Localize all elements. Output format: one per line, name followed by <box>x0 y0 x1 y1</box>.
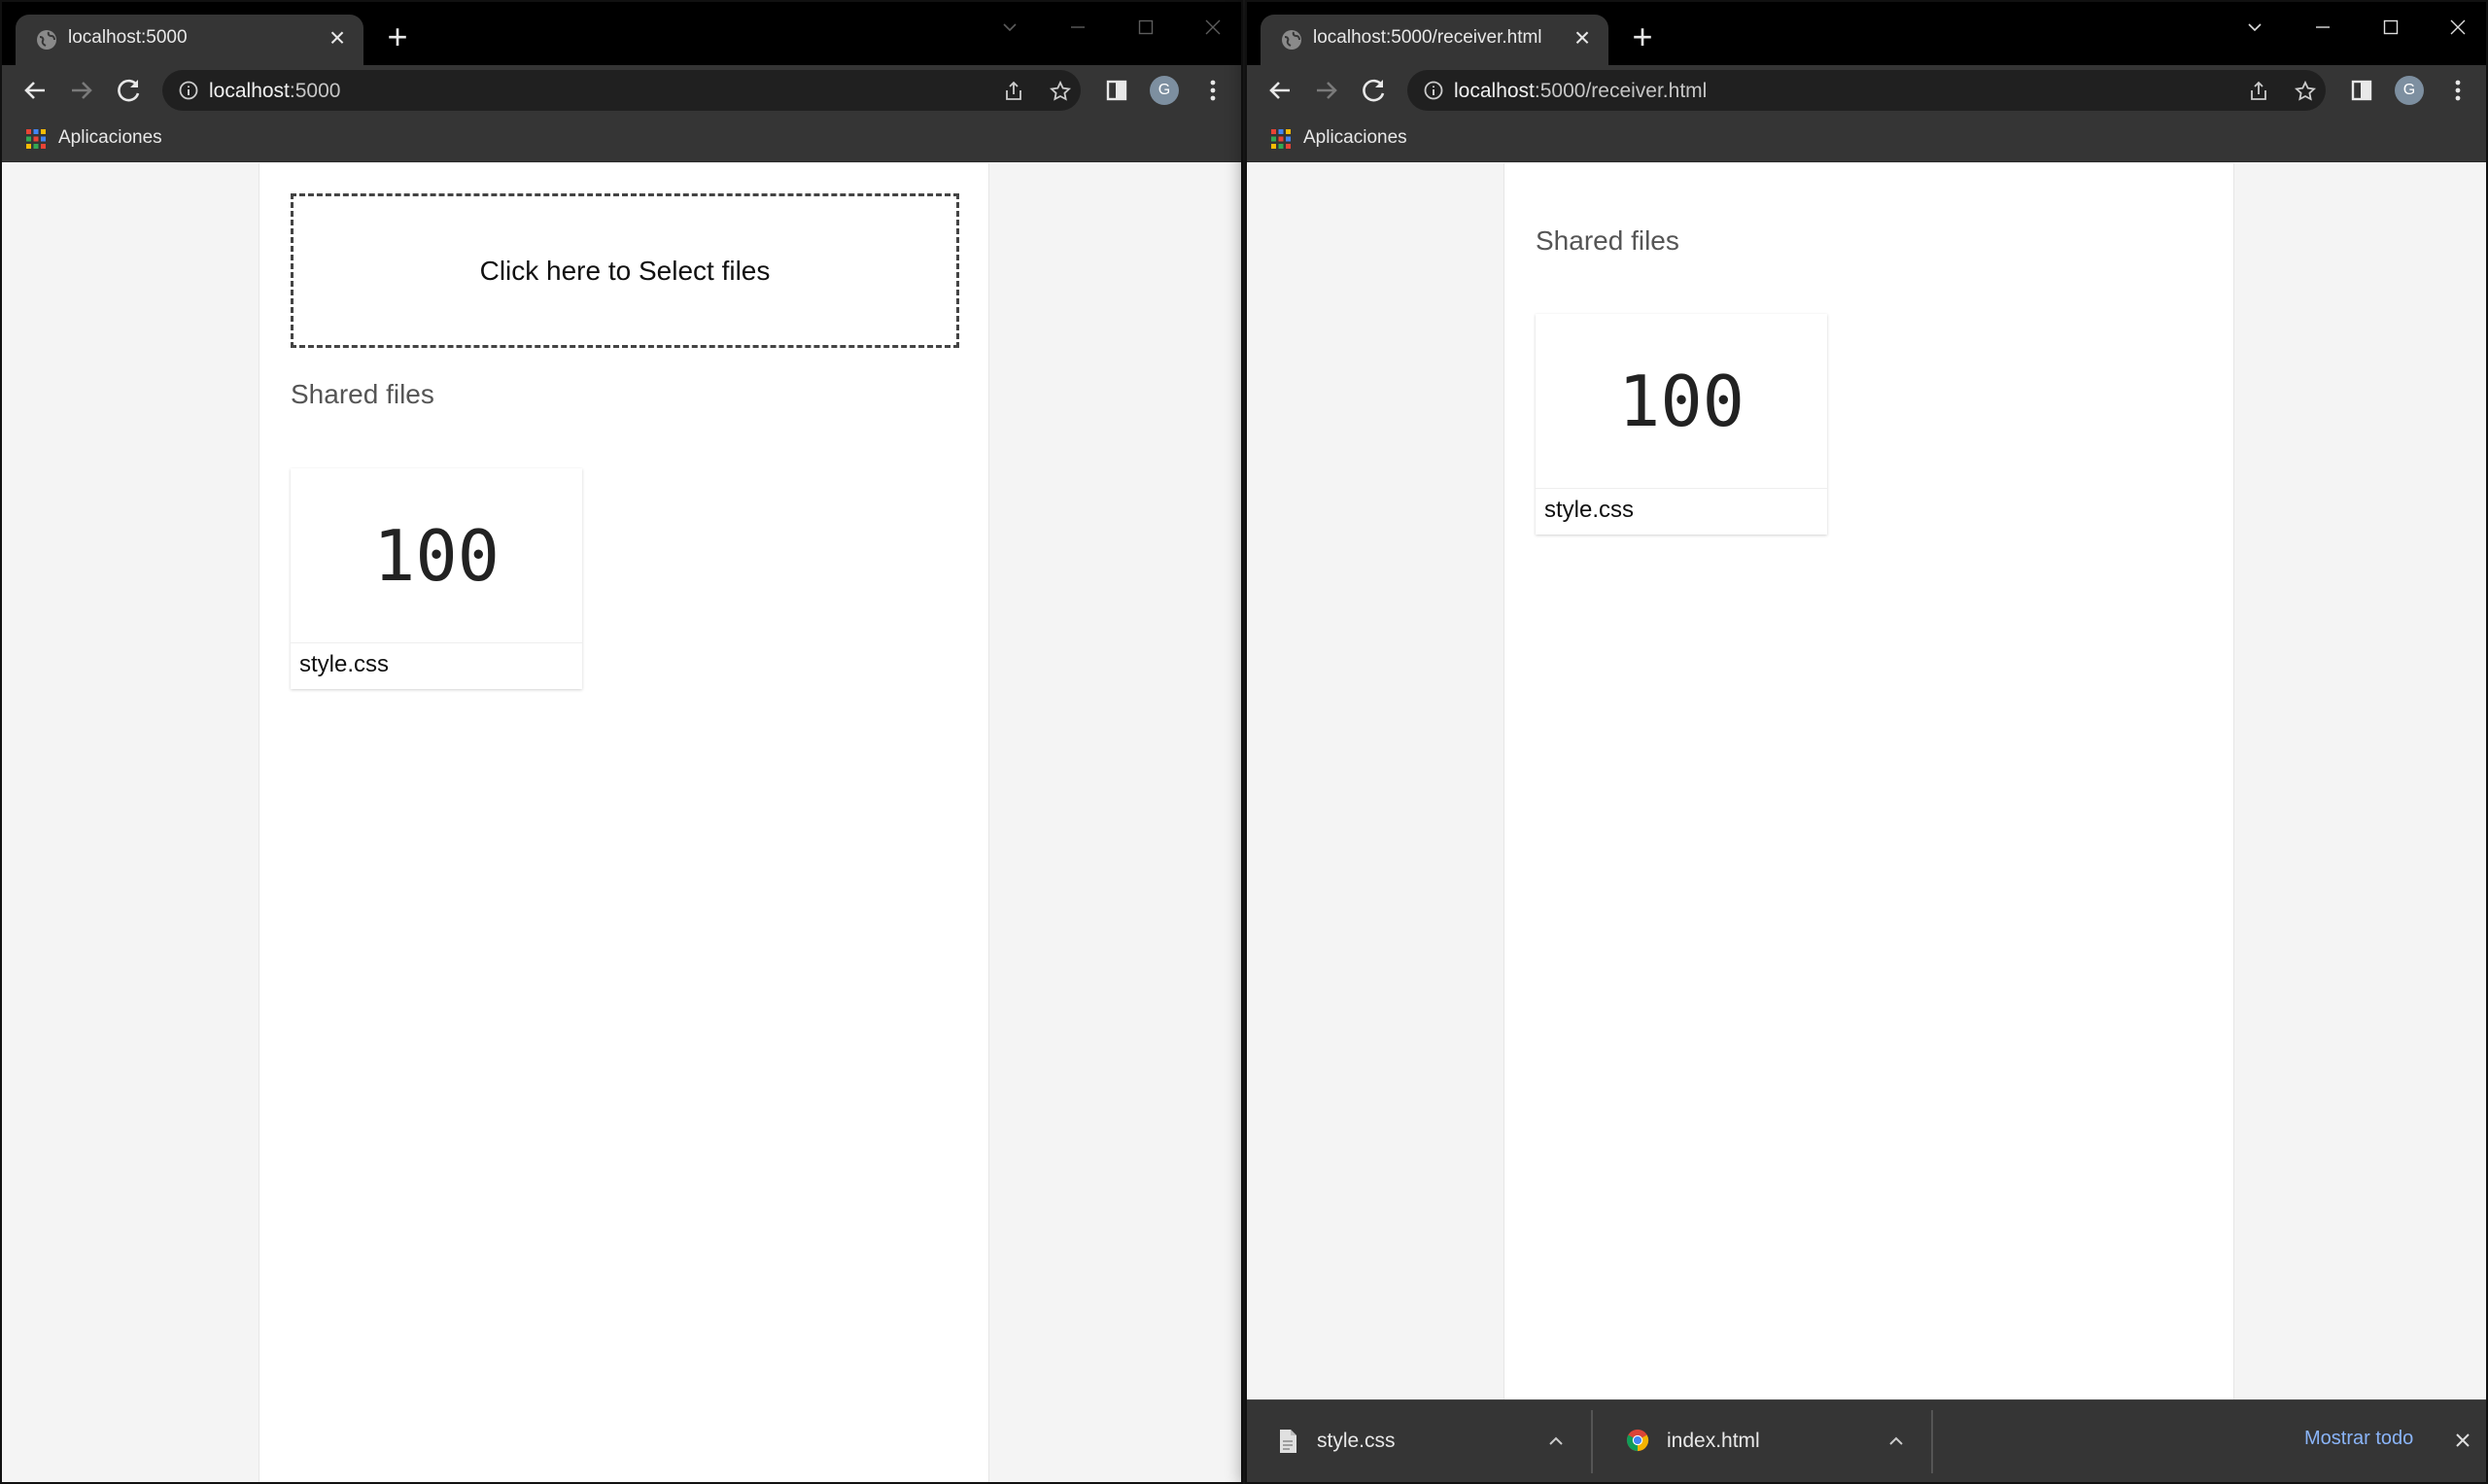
bookmark-star-icon[interactable] <box>2294 80 2317 103</box>
shared-files-heading: Shared files <box>291 379 434 409</box>
file-card[interactable]: 100 style.css <box>1536 314 1827 535</box>
globe-icon <box>1282 30 1301 50</box>
reload-icon[interactable] <box>1359 75 1390 106</box>
close-window-icon[interactable] <box>2436 10 2479 43</box>
content-column: Click here to Select files Shared files … <box>259 163 989 1482</box>
download-item-index-html[interactable]: index.html <box>1597 1400 1927 1482</box>
tab-search-icon[interactable] <box>988 10 1031 43</box>
url-text: localhost:5000/receiver.html <box>1454 80 1708 102</box>
close-tab-icon[interactable]: × <box>323 24 352 53</box>
apps-grid-icon[interactable] <box>25 128 47 150</box>
new-tab-button[interactable]: + <box>1626 19 1659 54</box>
side-panel-icon[interactable] <box>1103 77 1134 108</box>
tab-search-icon[interactable] <box>2233 10 2276 43</box>
chrome-icon <box>1626 1429 1649 1452</box>
maximize-icon[interactable] <box>2369 10 2412 43</box>
back-arrow-icon[interactable] <box>1264 75 1296 106</box>
shared-files-heading: Shared files <box>1536 225 1679 256</box>
globe-icon <box>37 30 56 50</box>
shelf-divider <box>1591 1410 1593 1473</box>
tab-receiver[interactable]: localhost:5000/receiver.html × <box>1261 15 1608 65</box>
tab-strip: localhost:5000 × + <box>2 2 1241 65</box>
download-item-style-css[interactable]: style.css <box>1247 1400 1587 1482</box>
chevron-up-icon[interactable] <box>1884 1430 1908 1453</box>
tab-localhost[interactable]: localhost:5000 × <box>16 15 363 65</box>
minimize-icon[interactable] <box>1056 10 1099 43</box>
bookmark-apps[interactable]: Aplicaciones <box>1303 127 1407 149</box>
minimize-icon[interactable] <box>2301 10 2344 43</box>
file-preview: 100 <box>1536 314 1827 489</box>
browser-window-left: localhost:5000 × + localhost:5000 G Apli… <box>0 0 1243 1484</box>
bookmarks-bar: Aplicaciones <box>2 116 1241 162</box>
reload-icon[interactable] <box>114 75 145 106</box>
download-filename: index.html <box>1667 1430 1760 1452</box>
share-icon[interactable] <box>1002 80 1025 103</box>
download-shelf: style.css index.html Mostrar todo <box>1247 1399 2486 1482</box>
browser-toolbar: localhost:5000/receiver.html G <box>1247 65 2486 116</box>
url-text: localhost:5000 <box>209 80 341 102</box>
file-name: style.css <box>1544 497 1635 523</box>
file-select-dropzone[interactable]: Click here to Select files <box>291 193 959 348</box>
close-shelf-icon[interactable] <box>2448 1426 2477 1455</box>
browser-toolbar: localhost:5000 G <box>2 65 1241 116</box>
page-content: Click here to Select files Shared files … <box>2 163 1241 1482</box>
tab-strip: localhost:5000/receiver.html × + <box>1247 2 2486 65</box>
menu-dots-icon[interactable] <box>1197 75 1228 106</box>
file-icon <box>1280 1430 1296 1453</box>
side-panel-icon[interactable] <box>2348 77 2379 108</box>
new-tab-button[interactable]: + <box>381 19 414 54</box>
forward-arrow-icon[interactable] <box>1311 75 1342 106</box>
back-arrow-icon[interactable] <box>19 75 51 106</box>
bookmark-apps[interactable]: Aplicaciones <box>58 127 162 149</box>
forward-arrow-icon[interactable] <box>66 75 97 106</box>
bookmarks-bar: Aplicaciones <box>1247 116 2486 162</box>
info-icon[interactable] <box>178 80 199 101</box>
close-window-icon[interactable] <box>1192 10 1234 43</box>
page-content: Shared files 100 style.css <box>1247 163 2486 1482</box>
info-icon[interactable] <box>1423 80 1444 101</box>
close-tab-icon[interactable]: × <box>1568 24 1597 53</box>
download-filename: style.css <box>1317 1430 1396 1452</box>
maximize-icon[interactable] <box>1124 10 1167 43</box>
bookmark-star-icon[interactable] <box>1049 80 1072 103</box>
chevron-up-icon[interactable] <box>1544 1430 1568 1453</box>
shelf-divider <box>1931 1410 1933 1473</box>
browser-window-right: localhost:5000/receiver.html × + localho… <box>1245 0 2488 1484</box>
address-bar[interactable]: localhost:5000/receiver.html <box>1407 70 2326 111</box>
show-all-downloads-link[interactable]: Mostrar todo <box>2304 1428 2413 1450</box>
content-column: Shared files 100 style.css <box>1503 163 2234 1482</box>
file-preview: 100 <box>291 468 582 643</box>
share-icon[interactable] <box>2247 80 2270 103</box>
tab-title: localhost:5000 <box>68 27 188 48</box>
tab-title: localhost:5000/receiver.html <box>1313 27 1542 48</box>
avatar[interactable]: G <box>1150 76 1179 105</box>
file-card[interactable]: 100 style.css <box>291 468 582 689</box>
apps-grid-icon[interactable] <box>1270 128 1292 150</box>
menu-dots-icon[interactable] <box>2442 75 2473 106</box>
file-name: style.css <box>299 651 390 677</box>
address-bar[interactable]: localhost:5000 <box>162 70 1081 111</box>
avatar[interactable]: G <box>2395 76 2424 105</box>
